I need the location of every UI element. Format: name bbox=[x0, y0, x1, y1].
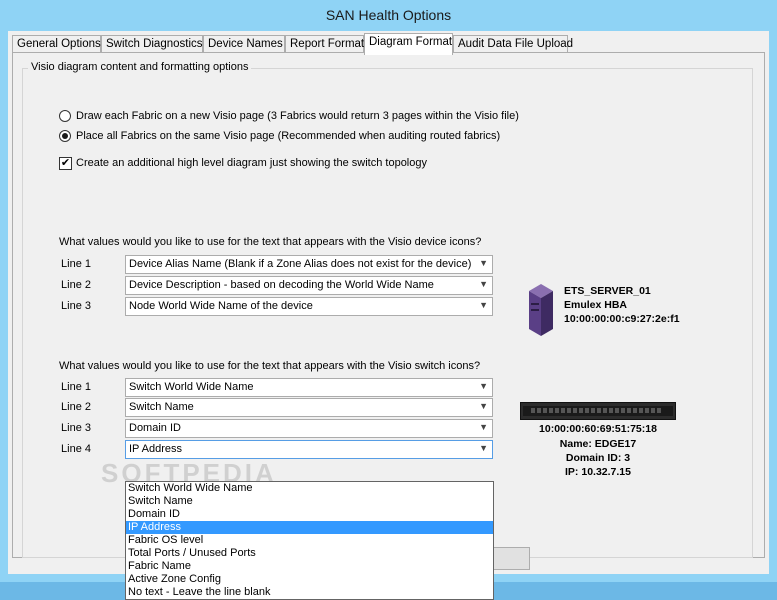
switch-line-2-value: Switch Name bbox=[129, 401, 194, 413]
switch-line-3-select[interactable]: Domain ID ▼ bbox=[125, 419, 493, 438]
dropdown-option[interactable]: No text - Leave the line blank bbox=[126, 586, 493, 599]
device-line-3-label: Line 3 bbox=[61, 300, 91, 312]
switch-question: What values would you like to use for th… bbox=[59, 360, 481, 372]
dropdown-option[interactable]: Switch Name bbox=[126, 495, 493, 508]
checkbox-high-level-label: Create an additional high level diagram … bbox=[76, 157, 427, 169]
switch-line-4-dropdown-list[interactable]: Switch World Wide Name Switch Name Domai… bbox=[125, 481, 494, 600]
switch-line-1-select[interactable]: Switch World Wide Name ▼ bbox=[125, 378, 493, 397]
window: SAN Health Options General Options Switc… bbox=[0, 0, 777, 600]
radio-new-page-label: Draw each Fabric on a new Visio page (3 … bbox=[76, 110, 519, 122]
switch-line-1-label: Line 1 bbox=[61, 381, 91, 393]
dropdown-option[interactable]: Fabric OS level bbox=[126, 534, 493, 547]
chevron-down-icon[interactable]: ▼ bbox=[479, 443, 488, 453]
radio-button-selected[interactable] bbox=[59, 130, 71, 142]
radio-same-page[interactable]: Place all Fabrics on the same Visio page… bbox=[59, 128, 500, 144]
switch-preview-ip: IP: 10.32.7.15 bbox=[565, 466, 631, 478]
tab-report-format[interactable]: Report Format bbox=[285, 35, 364, 53]
switch-preview-domain: Domain ID: 3 bbox=[565, 452, 631, 464]
dropdown-option[interactable]: Total Ports / Unused Ports bbox=[126, 547, 493, 560]
radio-same-page-label: Place all Fabrics on the same Visio page… bbox=[76, 130, 501, 142]
switch-icon bbox=[520, 402, 676, 420]
chevron-down-icon[interactable]: ▼ bbox=[479, 300, 488, 310]
device-line-1-select[interactable]: Device Alias Name (Blank if a Zone Alias… bbox=[125, 255, 493, 274]
checkbox-high-level-diagram[interactable]: ✔ Create an additional high level diagra… bbox=[59, 155, 427, 171]
tab-panel: Visio diagram content and formatting opt… bbox=[12, 52, 765, 600]
device-line-2-label: Line 2 bbox=[61, 279, 91, 291]
switch-line-3-label: Line 3 bbox=[61, 422, 91, 434]
chevron-down-icon[interactable]: ▼ bbox=[479, 279, 488, 289]
switch-line-4-value: IP Address bbox=[129, 443, 182, 455]
switch-line-4-label: Line 4 bbox=[61, 443, 91, 455]
switch-line-4-select[interactable]: IP Address ▼ bbox=[125, 440, 493, 459]
chevron-down-icon[interactable]: ▼ bbox=[479, 401, 488, 411]
device-line-3-select[interactable]: Node World Wide Name of the device ▼ bbox=[125, 297, 493, 316]
device-preview-type: Emulex HBA bbox=[564, 299, 628, 311]
dropdown-option[interactable]: Fabric Name bbox=[126, 560, 493, 573]
device-question: What values would you like to use for th… bbox=[59, 236, 482, 248]
radio-new-page[interactable]: Draw each Fabric on a new Visio page (3 … bbox=[59, 108, 519, 124]
switch-line-2-select[interactable]: Switch Name ▼ bbox=[125, 398, 493, 417]
dropdown-option[interactable]: Active Zone Config bbox=[126, 573, 493, 586]
switch-line-3-value: Domain ID bbox=[129, 422, 181, 434]
chevron-down-icon[interactable]: ▼ bbox=[479, 381, 488, 391]
title-bar[interactable]: SAN Health Options bbox=[0, 0, 777, 31]
device-preview-wwn: 10:00:00:00:c9:27:2e:f1 bbox=[564, 313, 680, 325]
dropdown-option[interactable]: Switch World Wide Name bbox=[126, 482, 493, 495]
check-icon: ✔ bbox=[60, 156, 71, 169]
server-icon bbox=[529, 284, 553, 336]
tab-switch-diagnostics[interactable]: Switch Diagnostics bbox=[101, 35, 203, 53]
device-line-1-value: Device Alias Name (Blank if a Zone Alias… bbox=[129, 258, 472, 270]
switch-ports-graphic bbox=[523, 406, 673, 416]
tab-diagram-format[interactable]: Diagram Format bbox=[364, 33, 453, 55]
switch-preview-wwn: 10:00:00:60:69:51:75:18 bbox=[539, 423, 657, 435]
group-legend: Visio diagram content and formatting opt… bbox=[28, 61, 252, 73]
chevron-down-icon[interactable]: ▼ bbox=[479, 422, 488, 432]
tab-device-names[interactable]: Device Names bbox=[203, 35, 285, 53]
checkbox-checked[interactable]: ✔ bbox=[59, 156, 72, 170]
switch-preview-name: Name: EDGE17 bbox=[559, 438, 637, 450]
dropdown-option[interactable]: Domain ID bbox=[126, 508, 493, 521]
device-line-2-value: Device Description - based on decoding t… bbox=[129, 279, 434, 291]
switch-line-1-value: Switch World Wide Name bbox=[129, 381, 254, 393]
device-line-3-value: Node World Wide Name of the device bbox=[129, 300, 313, 312]
radio-button[interactable] bbox=[59, 110, 71, 122]
chevron-down-icon[interactable]: ▼ bbox=[479, 258, 488, 268]
switch-line-2-label: Line 2 bbox=[61, 401, 91, 413]
tab-audit-data-file-upload[interactable]: Audit Data File Upload bbox=[453, 35, 573, 53]
tab-general-options[interactable]: General Options bbox=[12, 35, 101, 53]
client-area: General Options Switch Diagnostics Devic… bbox=[8, 31, 769, 600]
device-preview-name: ETS_SERVER_01 bbox=[564, 285, 651, 297]
window-title: SAN Health Options bbox=[325, 7, 452, 23]
device-line-1-label: Line 1 bbox=[61, 258, 91, 270]
device-line-2-select[interactable]: Device Description - based on decoding t… bbox=[125, 276, 493, 295]
dropdown-option-selected[interactable]: IP Address bbox=[126, 521, 493, 534]
